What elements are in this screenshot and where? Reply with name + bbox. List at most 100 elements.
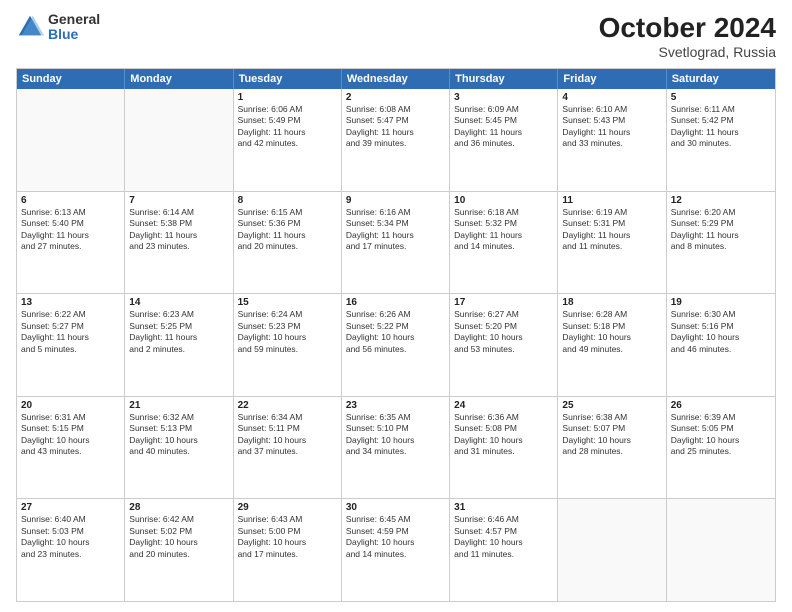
day-number: 28 <box>129 502 228 513</box>
calendar-cell: 1Sunrise: 6:06 AM Sunset: 5:49 PM Daylig… <box>234 89 342 191</box>
calendar-cell: 10Sunrise: 6:18 AM Sunset: 5:32 PM Dayli… <box>450 192 558 294</box>
cell-text: Sunrise: 6:14 AM Sunset: 5:38 PM Dayligh… <box>129 207 228 253</box>
logo-general: General <box>48 12 100 27</box>
logo-text: General Blue <box>48 12 100 43</box>
calendar-cell: 7Sunrise: 6:14 AM Sunset: 5:38 PM Daylig… <box>125 192 233 294</box>
calendar-cell <box>558 499 666 601</box>
day-number: 9 <box>346 195 445 206</box>
cell-text: Sunrise: 6:42 AM Sunset: 5:02 PM Dayligh… <box>129 514 228 560</box>
calendar-body: 1Sunrise: 6:06 AM Sunset: 5:49 PM Daylig… <box>17 89 775 601</box>
calendar-cell: 12Sunrise: 6:20 AM Sunset: 5:29 PM Dayli… <box>667 192 775 294</box>
calendar-cell: 23Sunrise: 6:35 AM Sunset: 5:10 PM Dayli… <box>342 397 450 499</box>
cell-text: Sunrise: 6:13 AM Sunset: 5:40 PM Dayligh… <box>21 207 120 253</box>
cell-text: Sunrise: 6:24 AM Sunset: 5:23 PM Dayligh… <box>238 309 337 355</box>
calendar-cell: 14Sunrise: 6:23 AM Sunset: 5:25 PM Dayli… <box>125 294 233 396</box>
calendar-header-cell: Wednesday <box>342 69 450 89</box>
calendar-cell: 2Sunrise: 6:08 AM Sunset: 5:47 PM Daylig… <box>342 89 450 191</box>
day-number: 24 <box>454 400 553 411</box>
calendar-cell: 29Sunrise: 6:43 AM Sunset: 5:00 PM Dayli… <box>234 499 342 601</box>
day-number: 10 <box>454 195 553 206</box>
calendar-header-cell: Thursday <box>450 69 558 89</box>
calendar-cell <box>125 89 233 191</box>
calendar-cell: 24Sunrise: 6:36 AM Sunset: 5:08 PM Dayli… <box>450 397 558 499</box>
day-number: 7 <box>129 195 228 206</box>
logo-blue: Blue <box>48 27 100 42</box>
cell-text: Sunrise: 6:16 AM Sunset: 5:34 PM Dayligh… <box>346 207 445 253</box>
cell-text: Sunrise: 6:35 AM Sunset: 5:10 PM Dayligh… <box>346 412 445 458</box>
cell-text: Sunrise: 6:06 AM Sunset: 5:49 PM Dayligh… <box>238 104 337 150</box>
day-number: 20 <box>21 400 120 411</box>
calendar-cell: 8Sunrise: 6:15 AM Sunset: 5:36 PM Daylig… <box>234 192 342 294</box>
day-number: 5 <box>671 92 771 103</box>
cell-text: Sunrise: 6:38 AM Sunset: 5:07 PM Dayligh… <box>562 412 661 458</box>
logo: General Blue <box>16 12 100 43</box>
calendar-cell: 6Sunrise: 6:13 AM Sunset: 5:40 PM Daylig… <box>17 192 125 294</box>
calendar-cell: 16Sunrise: 6:26 AM Sunset: 5:22 PM Dayli… <box>342 294 450 396</box>
day-number: 6 <box>21 195 120 206</box>
calendar-cell: 30Sunrise: 6:45 AM Sunset: 4:59 PM Dayli… <box>342 499 450 601</box>
calendar-cell <box>667 499 775 601</box>
cell-text: Sunrise: 6:18 AM Sunset: 5:32 PM Dayligh… <box>454 207 553 253</box>
calendar-cell: 26Sunrise: 6:39 AM Sunset: 5:05 PM Dayli… <box>667 397 775 499</box>
day-number: 3 <box>454 92 553 103</box>
calendar-cell: 9Sunrise: 6:16 AM Sunset: 5:34 PM Daylig… <box>342 192 450 294</box>
calendar-cell: 17Sunrise: 6:27 AM Sunset: 5:20 PM Dayli… <box>450 294 558 396</box>
calendar-row: 13Sunrise: 6:22 AM Sunset: 5:27 PM Dayli… <box>17 293 775 396</box>
calendar-cell: 19Sunrise: 6:30 AM Sunset: 5:16 PM Dayli… <box>667 294 775 396</box>
day-number: 13 <box>21 297 120 308</box>
cell-text: Sunrise: 6:15 AM Sunset: 5:36 PM Dayligh… <box>238 207 337 253</box>
cell-text: Sunrise: 6:28 AM Sunset: 5:18 PM Dayligh… <box>562 309 661 355</box>
calendar-cell: 11Sunrise: 6:19 AM Sunset: 5:31 PM Dayli… <box>558 192 666 294</box>
calendar-cell: 20Sunrise: 6:31 AM Sunset: 5:15 PM Dayli… <box>17 397 125 499</box>
calendar-cell: 15Sunrise: 6:24 AM Sunset: 5:23 PM Dayli… <box>234 294 342 396</box>
calendar-header-cell: Monday <box>125 69 233 89</box>
cell-text: Sunrise: 6:10 AM Sunset: 5:43 PM Dayligh… <box>562 104 661 150</box>
cell-text: Sunrise: 6:08 AM Sunset: 5:47 PM Dayligh… <box>346 104 445 150</box>
day-number: 25 <box>562 400 661 411</box>
day-number: 2 <box>346 92 445 103</box>
calendar-row: 6Sunrise: 6:13 AM Sunset: 5:40 PM Daylig… <box>17 191 775 294</box>
cell-text: Sunrise: 6:31 AM Sunset: 5:15 PM Dayligh… <box>21 412 120 458</box>
day-number: 17 <box>454 297 553 308</box>
day-number: 22 <box>238 400 337 411</box>
calendar-cell: 28Sunrise: 6:42 AM Sunset: 5:02 PM Dayli… <box>125 499 233 601</box>
title-block: October 2024 Svetlograd, Russia <box>599 12 776 60</box>
day-number: 30 <box>346 502 445 513</box>
day-number: 26 <box>671 400 771 411</box>
calendar-header-cell: Tuesday <box>234 69 342 89</box>
calendar-row: 20Sunrise: 6:31 AM Sunset: 5:15 PM Dayli… <box>17 396 775 499</box>
day-number: 4 <box>562 92 661 103</box>
title-location: Svetlograd, Russia <box>599 44 776 60</box>
calendar-cell: 13Sunrise: 6:22 AM Sunset: 5:27 PM Dayli… <box>17 294 125 396</box>
day-number: 12 <box>671 195 771 206</box>
title-month: October 2024 <box>599 12 776 44</box>
calendar-header-cell: Sunday <box>17 69 125 89</box>
day-number: 1 <box>238 92 337 103</box>
cell-text: Sunrise: 6:11 AM Sunset: 5:42 PM Dayligh… <box>671 104 771 150</box>
day-number: 31 <box>454 502 553 513</box>
cell-text: Sunrise: 6:19 AM Sunset: 5:31 PM Dayligh… <box>562 207 661 253</box>
cell-text: Sunrise: 6:46 AM Sunset: 4:57 PM Dayligh… <box>454 514 553 560</box>
calendar-cell: 31Sunrise: 6:46 AM Sunset: 4:57 PM Dayli… <box>450 499 558 601</box>
cell-text: Sunrise: 6:09 AM Sunset: 5:45 PM Dayligh… <box>454 104 553 150</box>
cell-text: Sunrise: 6:32 AM Sunset: 5:13 PM Dayligh… <box>129 412 228 458</box>
logo-icon <box>16 13 44 41</box>
cell-text: Sunrise: 6:45 AM Sunset: 4:59 PM Dayligh… <box>346 514 445 560</box>
cell-text: Sunrise: 6:20 AM Sunset: 5:29 PM Dayligh… <box>671 207 771 253</box>
page: General Blue October 2024 Svetlograd, Ru… <box>0 0 792 612</box>
day-number: 21 <box>129 400 228 411</box>
calendar-header-cell: Saturday <box>667 69 775 89</box>
cell-text: Sunrise: 6:23 AM Sunset: 5:25 PM Dayligh… <box>129 309 228 355</box>
calendar-cell: 18Sunrise: 6:28 AM Sunset: 5:18 PM Dayli… <box>558 294 666 396</box>
calendar-cell <box>17 89 125 191</box>
calendar-header-cell: Friday <box>558 69 666 89</box>
calendar-cell: 4Sunrise: 6:10 AM Sunset: 5:43 PM Daylig… <box>558 89 666 191</box>
calendar-cell: 22Sunrise: 6:34 AM Sunset: 5:11 PM Dayli… <box>234 397 342 499</box>
cell-text: Sunrise: 6:43 AM Sunset: 5:00 PM Dayligh… <box>238 514 337 560</box>
header: General Blue October 2024 Svetlograd, Ru… <box>16 12 776 60</box>
day-number: 23 <box>346 400 445 411</box>
cell-text: Sunrise: 6:39 AM Sunset: 5:05 PM Dayligh… <box>671 412 771 458</box>
calendar-cell: 27Sunrise: 6:40 AM Sunset: 5:03 PM Dayli… <box>17 499 125 601</box>
day-number: 11 <box>562 195 661 206</box>
calendar-cell: 3Sunrise: 6:09 AM Sunset: 5:45 PM Daylig… <box>450 89 558 191</box>
